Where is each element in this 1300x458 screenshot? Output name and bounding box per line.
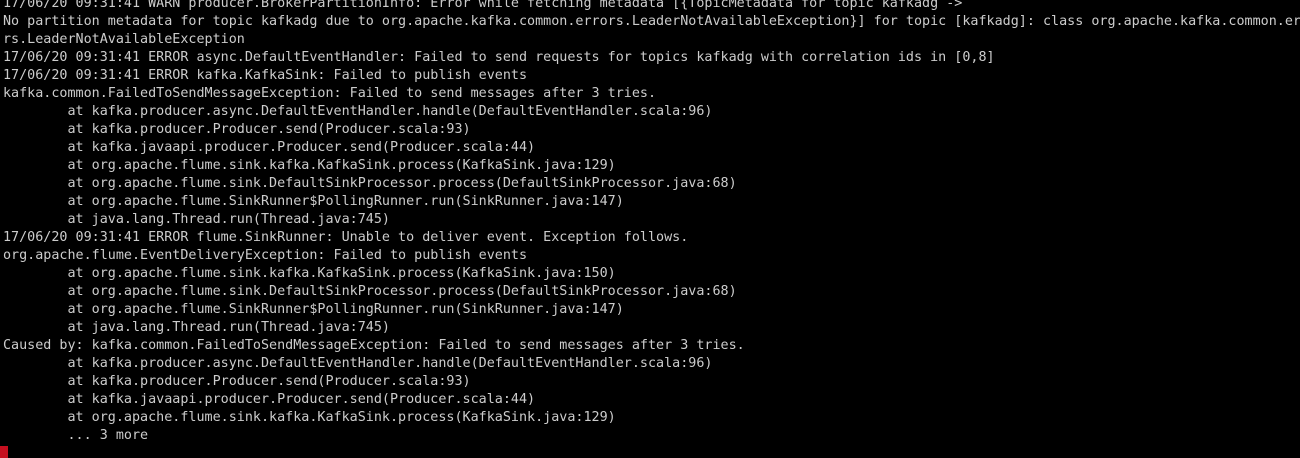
stack-trace-line: at kafka.javaapi.producer.Producer.send(… [3, 392, 536, 407]
stack-trace-line: at kafka.javaapi.producer.Producer.send(… [3, 140, 536, 155]
log-line: Caused by: kafka.common.FailedToSendMess… [3, 338, 745, 353]
terminal-cursor [0, 446, 8, 458]
stack-trace-line: at kafka.producer.async.DefaultEventHand… [3, 104, 713, 119]
stack-trace-line: at org.apache.flume.sink.kafka.KafkaSink… [3, 158, 616, 173]
stack-trace-line: at org.apache.flume.sink.DefaultSinkProc… [3, 176, 737, 191]
stack-trace-line: at kafka.producer.async.DefaultEventHand… [3, 356, 713, 371]
log-line: 17/06/20 09:31:41 WARN producer.BrokerPa… [3, 0, 963, 11]
terminal-window[interactable]: 17/06/20 09:31:41 WARN producer.BrokerPa… [0, 0, 1300, 458]
stack-trace-line: at org.apache.flume.SinkRunner$PollingRu… [3, 194, 624, 209]
log-line: 17/06/20 09:31:41 ERROR async.DefaultEve… [3, 50, 995, 65]
log-line: 17/06/20 09:31:41 ERROR kafka.KafkaSink:… [3, 68, 528, 83]
log-line: kafka.common.FailedToSendMessageExceptio… [3, 86, 657, 101]
log-line: 17/06/20 09:31:41 ERROR flume.SinkRunner… [3, 230, 689, 245]
terminal-output: 17/06/20 09:31:41 WARN producer.BrokerPa… [3, 0, 1300, 445]
stack-trace-line: at org.apache.flume.sink.kafka.KafkaSink… [3, 410, 616, 425]
stack-trace-line: at java.lang.Thread.run(Thread.java:745) [3, 212, 390, 227]
log-line: org.apache.flume.EventDeliveryException:… [3, 248, 528, 263]
stack-trace-line: ... 3 more [3, 428, 149, 443]
stack-trace-line: at org.apache.flume.SinkRunner$PollingRu… [3, 302, 624, 317]
stack-trace-line: at kafka.producer.Producer.send(Producer… [3, 374, 471, 389]
log-line: No partition metadata for topic kafkadg … [3, 14, 1300, 29]
stack-trace-line: at org.apache.flume.sink.kafka.KafkaSink… [3, 266, 616, 281]
stack-trace-line: at kafka.producer.Producer.send(Producer… [3, 122, 471, 137]
stack-trace-line: at org.apache.flume.sink.DefaultSinkProc… [3, 284, 737, 299]
stack-trace-line: at java.lang.Thread.run(Thread.java:745) [3, 320, 390, 335]
log-line: rs.LeaderNotAvailableException [3, 32, 245, 47]
